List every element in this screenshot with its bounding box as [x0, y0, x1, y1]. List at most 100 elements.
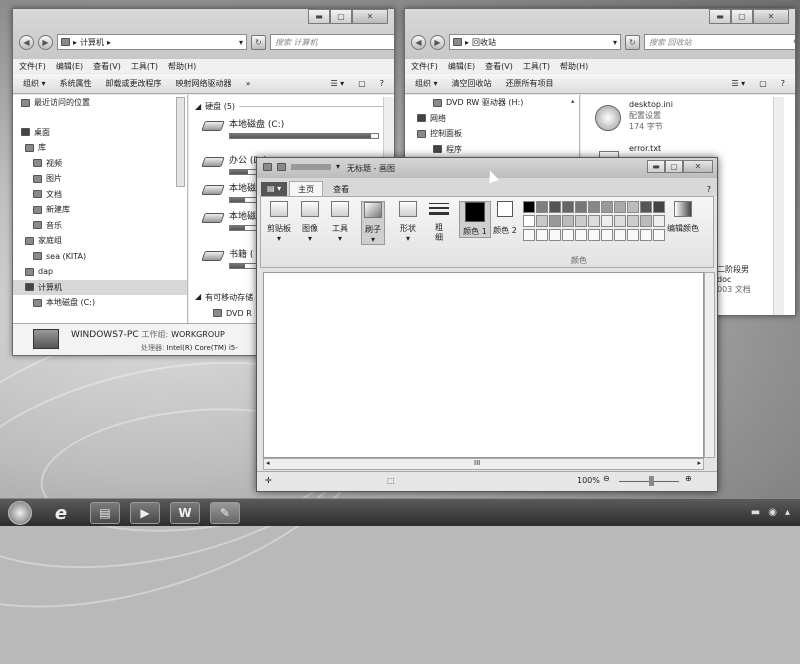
palette-swatch[interactable] — [640, 215, 652, 227]
shapes-group[interactable]: 形状 ▾ — [399, 201, 417, 243]
custom-color-slot[interactable] — [588, 229, 600, 241]
nav-pictures[interactable]: 图片 — [13, 171, 187, 187]
menu-file[interactable]: 文件(F) — [19, 61, 46, 72]
nav-new-library[interactable]: 新建库 — [13, 202, 187, 218]
refresh-icon[interactable]: ↻ — [251, 34, 266, 50]
custom-color-slot[interactable] — [549, 229, 561, 241]
content-scrollbar[interactable] — [773, 97, 784, 315]
palette-swatch[interactable] — [588, 201, 600, 213]
palette-swatch[interactable] — [549, 215, 561, 227]
scroll-left-icon[interactable]: ◂ — [266, 459, 270, 467]
minimize-button[interactable]: ▬ — [709, 9, 731, 24]
menu-view[interactable]: 查看(V) — [485, 61, 513, 72]
nav-homegroup[interactable]: 家庭组 — [13, 233, 187, 249]
paint-icon[interactable]: ✎ — [210, 502, 240, 524]
vertical-scrollbar[interactable] — [704, 272, 715, 458]
zoom-slider-thumb[interactable] — [649, 476, 654, 486]
save-icon[interactable] — [277, 162, 286, 171]
palette-swatch[interactable] — [575, 215, 587, 227]
system-properties-button[interactable]: 系统属性 — [60, 78, 92, 89]
custom-color-slot[interactable] — [601, 229, 613, 241]
palette-swatch[interactable] — [575, 201, 587, 213]
custom-color-slot[interactable] — [627, 229, 639, 241]
file-desktop-ini[interactable]: desktop.ini 配置设置 174 字节 — [629, 99, 673, 132]
forward-arrow-icon[interactable]: ▶ — [38, 34, 53, 50]
palette-swatch[interactable] — [536, 201, 548, 213]
chevron-down-icon[interactable]: ▾ — [613, 38, 617, 47]
close-button[interactable]: ✕ — [753, 9, 789, 24]
menu-edit[interactable]: 编辑(E) — [56, 61, 83, 72]
nav-documents[interactable]: 文档 — [13, 187, 187, 203]
palette-swatch[interactable] — [588, 215, 600, 227]
view-options-icon[interactable]: ☰ ▾ — [330, 79, 344, 88]
refresh-icon[interactable]: ↻ — [625, 34, 640, 50]
menu-file[interactable]: 文件(F) — [411, 61, 438, 72]
nav-control-panel[interactable]: 控制面板 — [405, 126, 579, 142]
palette-swatch[interactable] — [614, 215, 626, 227]
organize-button[interactable]: 组织 ▾ — [415, 78, 438, 89]
media-player-icon[interactable]: ▶ — [130, 502, 160, 524]
organize-button[interactable]: 组织 ▾ — [23, 78, 46, 89]
tray-network-icon[interactable]: ◉ — [768, 507, 777, 518]
nav-homegroup-user[interactable]: sea (KITA) — [13, 249, 187, 265]
zoom-out-icon[interactable]: ⊖ — [603, 474, 610, 483]
nav-desktop[interactable]: 桌面 — [13, 125, 187, 141]
palette-swatch[interactable] — [627, 201, 639, 213]
map-network-drive-button[interactable]: 映射网络驱动器 — [176, 78, 232, 89]
nav-libraries[interactable]: 库 — [13, 140, 187, 156]
word-icon[interactable]: W — [170, 502, 200, 524]
palette-swatch[interactable] — [562, 215, 574, 227]
close-button[interactable]: ✕ — [352, 9, 388, 24]
custom-color-slot[interactable] — [523, 229, 535, 241]
brushes-group[interactable]: 刷子 ▾ — [361, 201, 385, 245]
more-commands-button[interactable]: » — [246, 79, 251, 88]
search-input[interactable]: 搜索 回收站 ⚲ — [644, 34, 795, 50]
uninstall-program-button[interactable]: 卸载或更改程序 — [106, 78, 162, 89]
custom-color-slot[interactable] — [640, 229, 652, 241]
custom-color-slot[interactable] — [562, 229, 574, 241]
palette-swatch[interactable] — [523, 215, 535, 227]
back-arrow-icon[interactable]: ◀ — [19, 34, 34, 50]
palette-swatch[interactable] — [601, 201, 613, 213]
dvd-drive-item[interactable]: DVD R — [213, 309, 252, 318]
nav-computer[interactable]: 计算机 — [13, 279, 187, 295]
palette-swatch[interactable] — [562, 201, 574, 213]
custom-color-slot[interactable] — [653, 229, 665, 241]
tray-expand-icon[interactable]: ▴ — [785, 507, 790, 518]
preview-pane-icon[interactable]: ▢ — [759, 79, 767, 88]
color2-button[interactable]: 颜色 2 — [493, 201, 517, 236]
edit-colors-button[interactable]: 编辑颜色 — [667, 201, 699, 234]
view-options-icon[interactable]: ☰ ▾ — [731, 79, 745, 88]
zoom-in-icon[interactable]: ⊕ — [685, 474, 692, 483]
tab-home[interactable]: 主页 — [289, 181, 324, 196]
file-error-txt[interactable]: error.txt — [629, 144, 661, 153]
nav-scrollbar[interactable] — [176, 97, 185, 187]
help-icon[interactable]: ? — [380, 79, 384, 88]
horizontal-scrollbar[interactable]: ◂ III ▸ — [263, 458, 704, 470]
menu-help[interactable]: 帮助(H) — [168, 61, 196, 72]
back-arrow-icon[interactable]: ◀ — [411, 34, 426, 50]
file-partial[interactable]: 二阶段男 doc 003 文档 — [717, 265, 751, 295]
close-button[interactable]: ✕ — [683, 160, 713, 173]
palette-swatch[interactable] — [536, 215, 548, 227]
address-bar[interactable]: ▸ 回收站 ▾ — [449, 34, 621, 50]
group-header-removable[interactable]: ◢ 有可移动存储 — [195, 292, 253, 303]
scroll-right-icon[interactable]: ▸ — [697, 459, 701, 467]
nav-programs[interactable]: 程序 — [405, 142, 579, 158]
address-crumb[interactable]: 回收站 — [472, 37, 496, 48]
drive-item[interactable]: 本地磁盘 (C:) — [201, 117, 379, 139]
file-explorer-icon[interactable]: ▤ — [90, 502, 120, 524]
help-icon[interactable]: ? — [781, 79, 785, 88]
menu-view[interactable]: 查看(V) — [93, 61, 121, 72]
maximize-button[interactable]: ▢ — [330, 9, 352, 24]
preview-pane-icon[interactable]: ▢ — [358, 79, 366, 88]
color1-button[interactable]: 颜色 1 — [459, 201, 491, 238]
tray-battery-icon[interactable]: ▬ — [751, 507, 760, 518]
nav-recent-places[interactable]: 最近访问的位置 — [13, 95, 187, 111]
menu-tools[interactable]: 工具(T) — [523, 61, 550, 72]
clipboard-group[interactable]: 剪贴板 ▾ — [267, 201, 291, 243]
start-button[interactable] — [8, 501, 32, 525]
palette-swatch[interactable] — [614, 201, 626, 213]
restore-all-button[interactable]: 还原所有项目 — [506, 78, 554, 89]
maximize-button[interactable]: ▢ — [665, 160, 683, 173]
